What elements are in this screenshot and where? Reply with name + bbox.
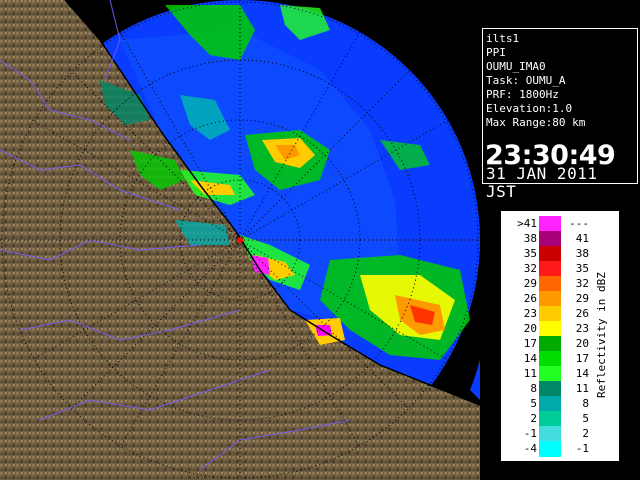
task-name: Task: OUMU_A xyxy=(486,74,566,87)
prf-value: PRF: 1800Hz xyxy=(486,88,559,101)
max-range-value: Max Range:80 km xyxy=(486,116,586,129)
legend-title: Reflectivity in dBZ xyxy=(595,272,608,398)
site-name: OUMU_IMA0 xyxy=(486,60,546,73)
legend-color-swatch xyxy=(539,441,561,457)
radar-site-marker xyxy=(237,237,243,243)
radar-display: ilts1 PPI OUMU_IMA0 Task: OUMU_A PRF: 18… xyxy=(0,0,640,480)
legend-low-value: -4 xyxy=(523,442,537,455)
color-scale-legend: >41 --- 38 41 35 38 32 35 29 32 26 29 23 26 20 23 17 20 14… xyxy=(500,210,620,462)
radar-map xyxy=(0,0,480,480)
info-panel: ilts1 PPI OUMU_IMA0 Task: OUMU_A PRF: 18… xyxy=(482,28,638,201)
scan-date: 31 JAN 2011 JST xyxy=(486,164,598,201)
elevation-value: Elevation:1.0 xyxy=(486,102,573,115)
station-name: ilts1 xyxy=(486,32,520,45)
legend-row: -4 -1 xyxy=(501,440,597,458)
legend-high-value: -1 xyxy=(575,442,589,455)
product-type: PPI xyxy=(486,46,506,59)
